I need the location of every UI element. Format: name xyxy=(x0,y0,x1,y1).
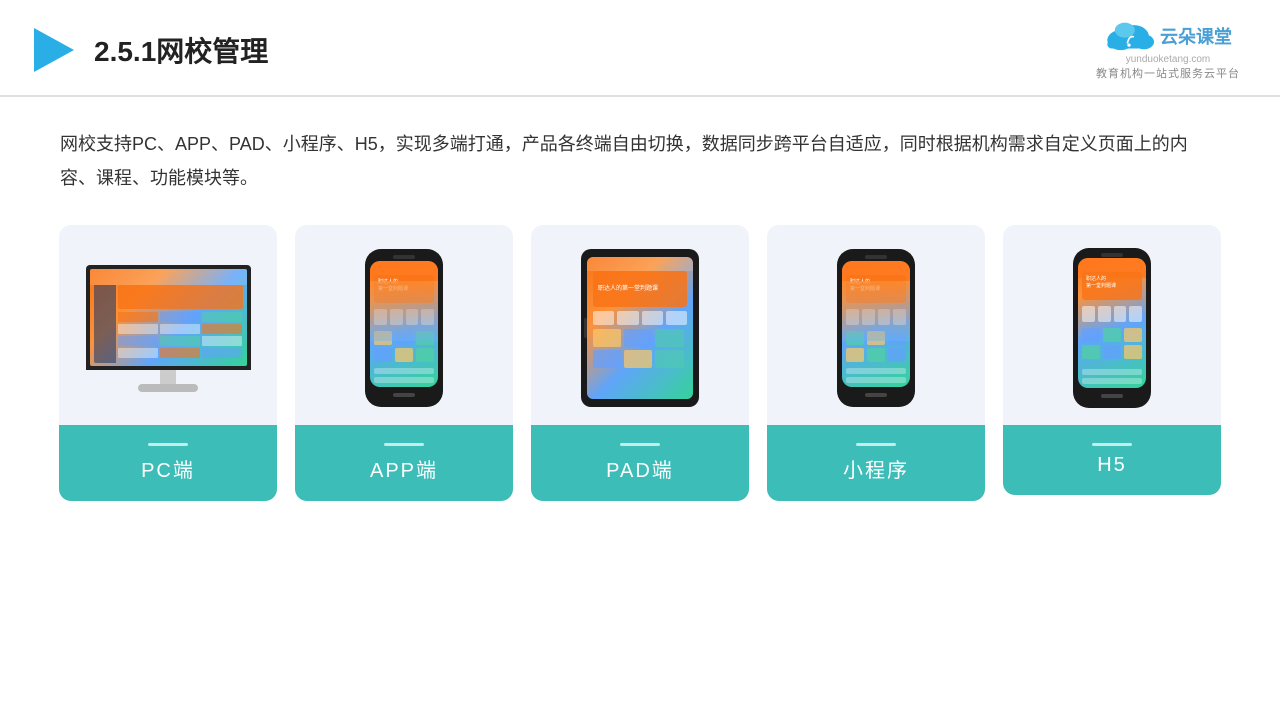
logo-brand-text: 云朵课堂 xyxy=(1160,23,1232,49)
phone-mockup-mini: 职达人的第一堂判题课 xyxy=(837,249,915,407)
page-title: 2.5.1网校管理 xyxy=(94,30,268,70)
card-pad-image: 职达人的第一堂判题课 xyxy=(531,225,749,425)
card-h5: 职达人的第一堂判题课 xyxy=(1003,225,1221,495)
card-miniprogram-label: 小程序 xyxy=(767,425,985,501)
card-pad: 职达人的第一堂判题课 xyxy=(531,225,749,501)
header-left: 2.5.1网校管理 xyxy=(30,26,268,74)
logo-tagline: 教育机构一站式服务云平台 xyxy=(1096,65,1240,81)
card-app: 职达人的第一堂判题课 xyxy=(295,225,513,501)
phone-mockup-h5: 职达人的第一堂判题课 xyxy=(1073,248,1151,408)
header: 2.5.1网校管理 云朵课堂 yunduoketang.com 教育机构一站式服… xyxy=(0,0,1280,97)
play-icon xyxy=(30,26,78,74)
monitor-screen-inner xyxy=(90,269,247,366)
monitor-neck xyxy=(160,370,176,384)
phone-mockup-app: 职达人的第一堂判题课 xyxy=(365,249,443,407)
card-h5-image: 职达人的第一堂判题课 xyxy=(1003,225,1221,425)
card-pc-label: PC端 xyxy=(59,425,277,501)
description-text: 网校支持PC、APP、PAD、小程序、H5，实现多端打通，产品各终端自由切换，数… xyxy=(60,127,1220,195)
monitor-screen xyxy=(86,265,251,370)
phone-screen-h5: 职达人的第一堂判题课 xyxy=(1078,258,1146,388)
card-miniprogram: 职达人的第一堂判题课 xyxy=(767,225,985,501)
monitor-base xyxy=(138,384,198,392)
logo-domain: yunduoketang.com xyxy=(1126,54,1211,65)
card-pad-label: PAD端 xyxy=(531,425,749,501)
logo-cloud: 云朵课堂 xyxy=(1104,18,1232,54)
card-app-image: 职达人的第一堂判题课 xyxy=(295,225,513,425)
cloud-icon xyxy=(1104,18,1154,54)
card-miniprogram-image: 职达人的第一堂判题课 xyxy=(767,225,985,425)
platform-cards-row: PC端 职达人的第一堂判题课 xyxy=(60,225,1220,501)
card-pc: PC端 xyxy=(59,225,277,501)
main-content: 网校支持PC、APP、PAD、小程序、H5，实现多端打通，产品各终端自由切换，数… xyxy=(0,97,1280,521)
phone-home-h5 xyxy=(1101,394,1123,398)
monitor-mockup xyxy=(86,265,251,392)
card-pc-image xyxy=(59,225,277,425)
tablet-screen: 职达人的第一堂判题课 xyxy=(587,257,693,399)
card-h5-label: H5 xyxy=(1003,425,1221,495)
phone-home-button xyxy=(393,393,415,397)
phone-home-mini xyxy=(865,393,887,397)
card-app-label: APP端 xyxy=(295,425,513,501)
phone-screen-mini: 职达人的第一堂判题课 xyxy=(842,261,910,387)
tablet-mockup: 职达人的第一堂判题课 xyxy=(581,249,699,407)
phone-screen-app: 职达人的第一堂判题课 xyxy=(370,261,438,387)
logo-area: 云朵课堂 yunduoketang.com 教育机构一站式服务云平台 xyxy=(1096,18,1240,81)
